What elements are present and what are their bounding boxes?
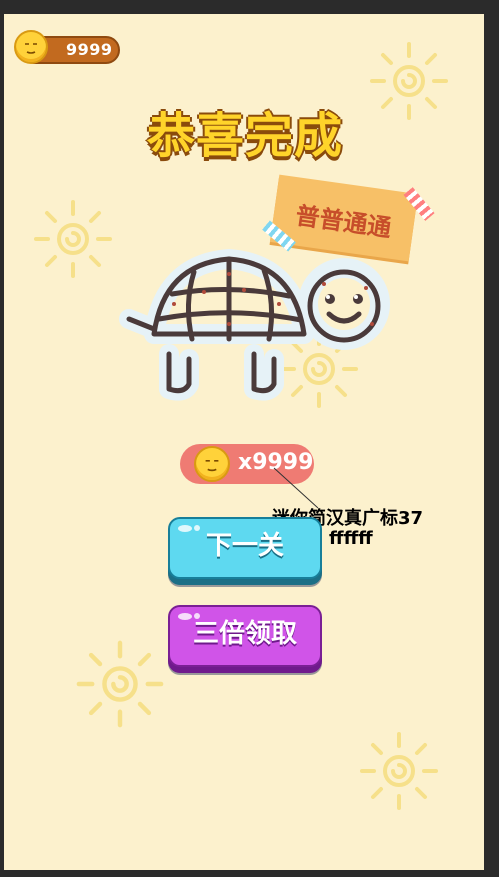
sun-icon — [76, 640, 164, 728]
turtle-drawing — [119, 249, 390, 401]
triple-claim-label: 三倍领取 — [192, 619, 297, 649]
sun-icon — [34, 200, 112, 278]
editor-border — [484, 0, 499, 877]
rating-label: 普普通通 — [293, 201, 393, 243]
sun-icon — [370, 42, 448, 120]
next-level-label: 下一关 — [205, 531, 284, 561]
coin-count: 9999 — [66, 40, 113, 59]
next-level-button[interactable]: 下一关 — [168, 517, 322, 579]
annotation-color-label: ffffff — [329, 528, 373, 549]
coin-face-icon — [14, 30, 48, 64]
coin-face-icon — [194, 446, 230, 482]
game-screen: 9999 恭喜完成 普普通通 x9999 迷你简汉真广标37 ffffff 下一… — [4, 14, 484, 870]
completion-title: 恭喜完成 — [146, 108, 343, 164]
sun-icon — [360, 732, 438, 810]
triple-claim-button[interactable]: 三倍领取 — [168, 605, 322, 667]
